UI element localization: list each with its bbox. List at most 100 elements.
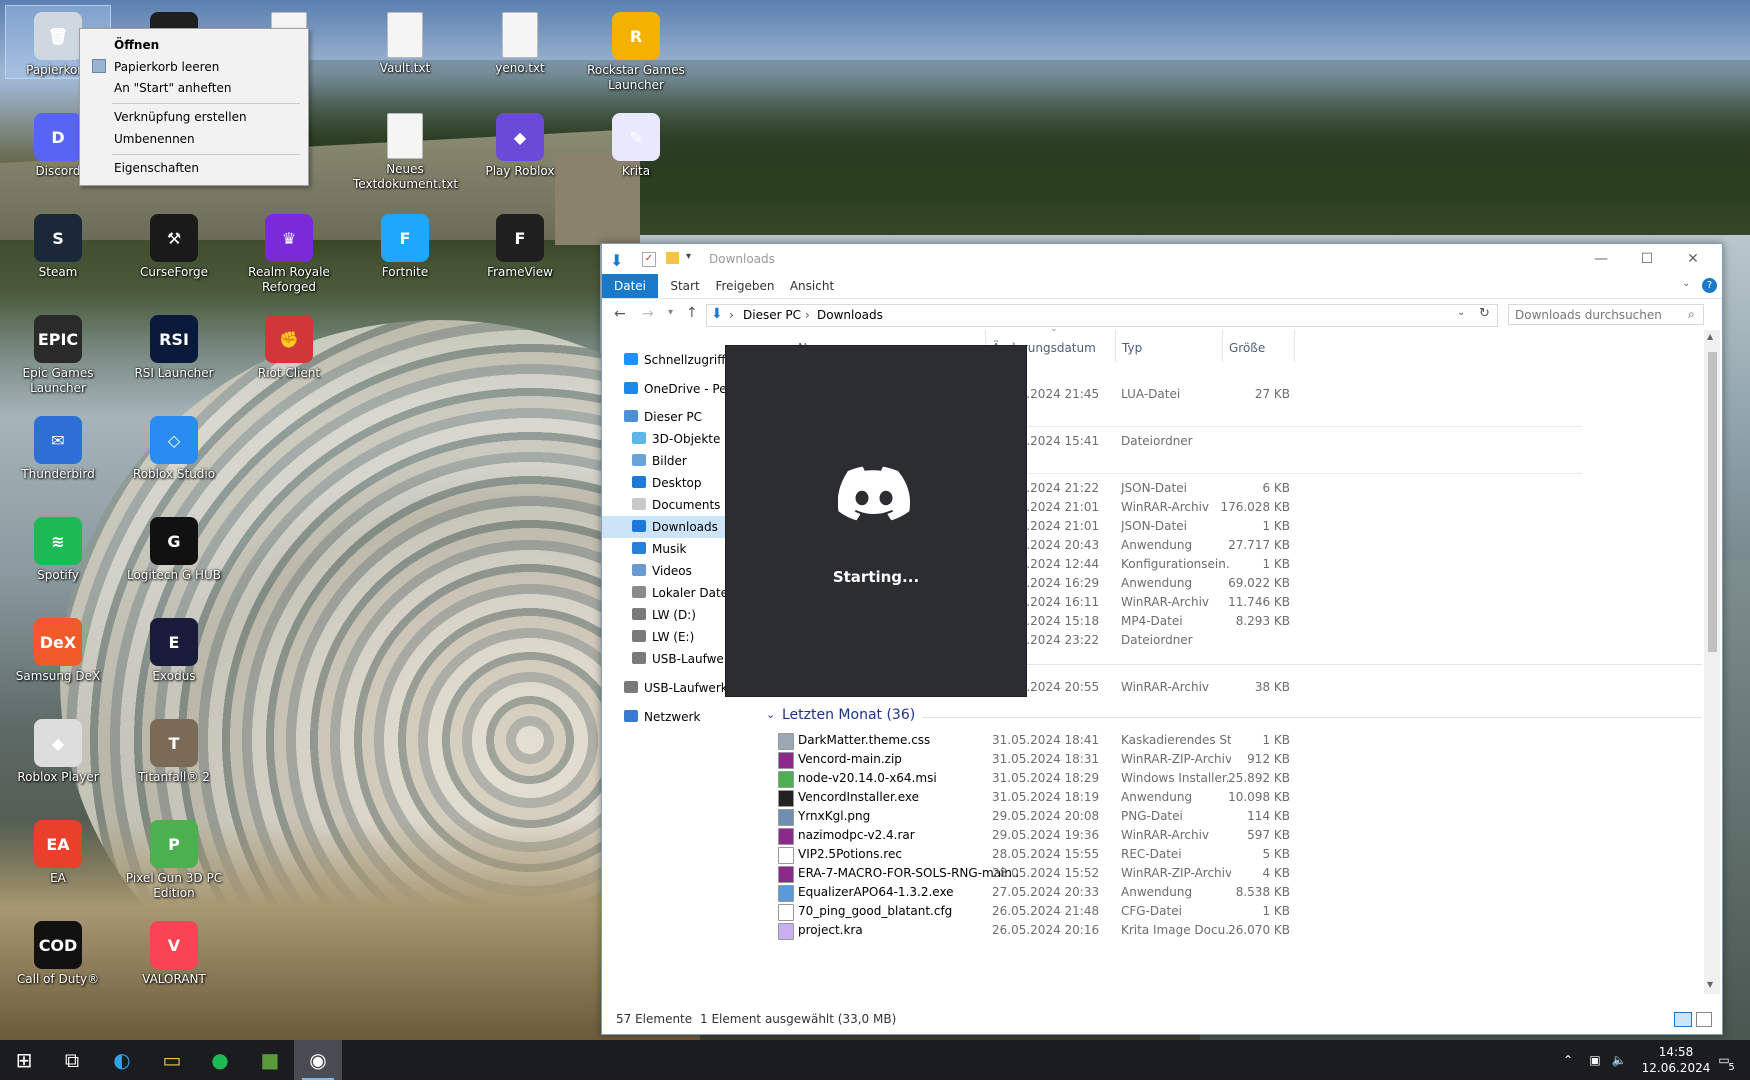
spotify-button[interactable]: ●	[196, 1040, 244, 1080]
title-bar[interactable]: ⬇ ✓ ▾ Downloads — ☐ ✕	[602, 244, 1722, 274]
scroll-down-icon[interactable]: ▼	[1707, 980, 1713, 989]
desktop-icon-label: Steam	[38, 265, 78, 279]
tab-view[interactable]: Ansicht	[782, 274, 842, 298]
quick-access-dropdown-icon[interactable]: ▾	[686, 251, 691, 262]
forward-arrow-icon[interactable]: →	[642, 306, 654, 322]
desktop-icon[interactable]: ⚒ CurseForge	[122, 208, 226, 280]
desktop-icon[interactable]: ◆ Roblox Player	[6, 713, 110, 785]
desktop-icon[interactable]: ≋ Spotify	[6, 511, 110, 583]
discord-button[interactable]: ◉	[294, 1040, 342, 1080]
nav-item-icon	[624, 382, 638, 394]
close-button[interactable]: ✕	[1670, 244, 1716, 274]
table-row[interactable]: nazimodpc-v2.4.rar 29.05.2024 19:36 WinRAR…	[762, 825, 1707, 846]
recent-locations-icon[interactable]: ▾	[668, 307, 673, 318]
table-row[interactable]: project.kra 26.05.2024 20:16 Krita Image D…	[762, 920, 1707, 941]
minimize-button[interactable]: —	[1578, 244, 1624, 274]
breadcrumb-this-pc[interactable]: Dieser PC	[743, 308, 801, 322]
desktop-icon[interactable]: ✊ Riot Client	[237, 309, 341, 381]
table-row[interactable]: EqualizerAPO64-1.3.2.exe 27.05.2024 20:33…	[762, 882, 1707, 903]
desktop-icon-label: Vault.txt	[379, 61, 431, 75]
search-input[interactable]: Downloads durchsuchen	[1508, 304, 1704, 325]
desktop-icon[interactable]: yeno.txt	[468, 6, 572, 76]
desktop-icon[interactable]: E Exodus	[122, 612, 226, 684]
menu-item-empty-bin[interactable]: Papierkorb leeren	[114, 57, 219, 77]
table-row[interactable]: node-v20.14.0-x64.msi 31.05.2024 18:29 Win…	[762, 768, 1707, 789]
desktop-icon[interactable]: EA EA	[6, 814, 110, 886]
app-icon: ✉	[34, 416, 82, 464]
notifications-icon[interactable]: ▭ 5	[1706, 1040, 1742, 1080]
menu-item-create-shortcut[interactable]: Verknüpfung erstellen	[114, 107, 247, 127]
menu-item-properties[interactable]: Eigenschaften	[114, 158, 199, 178]
desktop-icon[interactable]: T Titanfall® 2	[122, 713, 226, 785]
desktop-icon[interactable]: S Steam	[6, 208, 110, 280]
desktop-icon[interactable]: RSI RSI Launcher	[122, 309, 226, 381]
table-row[interactable]: 70_ping_good_blatant.cfg 26.05.2024 21:48…	[762, 901, 1707, 922]
expand-ribbon-icon[interactable]: ⌄	[1682, 278, 1690, 289]
desktop-icon[interactable]: ◆ Play Roblox	[468, 107, 572, 179]
menu-item-rename[interactable]: Umbenennen	[114, 129, 195, 149]
volume-icon[interactable]: 🔈	[1608, 1040, 1630, 1080]
desktop-icon[interactable]: ♛ Realm Royale Reforged	[237, 208, 341, 295]
desktop-icon[interactable]: DeX Samsung DeX	[6, 612, 110, 684]
back-arrow-icon[interactable]: ←	[614, 306, 626, 322]
desktop-icon[interactable]: COD Call of Duty®	[6, 915, 110, 987]
show-hidden-icons[interactable]: ⌃	[1558, 1040, 1578, 1080]
menu-item-pin-start[interactable]: An "Start" anheften	[114, 78, 231, 98]
details-view-icon[interactable]	[1674, 1012, 1692, 1027]
scrollbar-thumb[interactable]	[1708, 352, 1717, 652]
tab-share[interactable]: Freigeben	[712, 274, 778, 298]
desktop-icon[interactable]: F FrameView	[468, 208, 572, 280]
desktop-icon[interactable]: ✎ Krita	[584, 107, 688, 179]
table-row[interactable]: VencordInstaller.exe 31.05.2024 18:19 Anwe…	[762, 787, 1707, 808]
discord-logo-icon	[838, 466, 910, 521]
address-dropdown-icon[interactable]: ⌄	[1457, 307, 1465, 318]
desktop-icon[interactable]: G Logitech G HUB	[122, 511, 226, 583]
sort-chevron-icon: ⌄	[1050, 324, 1058, 334]
desktop-icon[interactable]: EPIC Epic Games Launcher	[6, 309, 110, 396]
edge-button[interactable]: ◐	[98, 1040, 146, 1080]
network-icon[interactable]: ▣	[1584, 1040, 1606, 1080]
desktop-icon[interactable]: Neues Textdokument.txt	[353, 107, 458, 192]
column-size[interactable]: Größe	[1229, 330, 1265, 366]
up-arrow-icon[interactable]: ↑	[686, 305, 698, 321]
table-row[interactable]: YrnxKgl.png 29.05.2024 20:08 PNG-Datei 114 …	[762, 806, 1707, 827]
table-row[interactable]: VIP2.5Potions.rec 28.05.2024 15:55 REC-Dat…	[762, 844, 1707, 865]
nav-item-label: Videos	[652, 564, 692, 578]
table-row[interactable]: DarkMatter.theme.css 31.05.2024 18:41 Kask…	[762, 730, 1707, 751]
tab-file[interactable]: Datei	[602, 274, 658, 298]
table-row[interactable]: Vencord-main.zip 31.05.2024 18:31 WinRAR-Z…	[762, 749, 1707, 770]
new-folder-icon[interactable]	[666, 252, 679, 264]
taskbar: ⊞ ⧉ ◐ ▭ ● ■ ◉ ⌃ ▣ 🔈 14:58 12.06.2024 ▭ 5	[0, 1040, 1750, 1080]
table-row[interactable]: ERA-7-MACRO-FOR-SOLS-RNG-main.zip 28.05.2…	[762, 863, 1707, 884]
desktop-icon[interactable]: Vault.txt	[353, 6, 457, 76]
properties-icon[interactable]: ✓	[642, 252, 656, 267]
clock[interactable]: 14:58 12.06.2024	[1636, 1040, 1716, 1084]
menu-item-open[interactable]: Öffnen	[114, 35, 159, 55]
file-explorer-button[interactable]: ▭	[148, 1040, 196, 1080]
desktop-icon[interactable]: R Rockstar Games Launcher	[584, 6, 688, 93]
desktop-icon-label: Play Roblox	[485, 164, 555, 178]
address-bar[interactable]: ⬇ › Dieser PC › Downloads ⌄ ↻	[706, 304, 1498, 327]
group-header[interactable]: ⌄ Letzten Monat (36)	[762, 705, 1707, 729]
refresh-icon[interactable]: ↻	[1479, 306, 1490, 321]
desktop-icon[interactable]: ◇ Roblox Studio	[122, 410, 226, 482]
desktop-icon[interactable]: ✉ Thunderbird	[6, 410, 110, 482]
file-date: 29.05.2024 20:08	[992, 809, 1100, 823]
tab-home[interactable]: Start	[662, 274, 708, 298]
vertical-scrollbar[interactable]: ▲ ▼	[1704, 330, 1720, 994]
breadcrumb-downloads[interactable]: Downloads	[817, 308, 883, 322]
maximize-button[interactable]: ☐	[1624, 244, 1670, 274]
start-button[interactable]: ⊞	[0, 1040, 48, 1080]
task-view-button[interactable]: ⧉	[48, 1040, 96, 1080]
help-icon[interactable]: ?	[1702, 278, 1717, 293]
column-type[interactable]: Typ	[1122, 330, 1142, 366]
file-date: 31.05.2024 18:41	[992, 733, 1100, 747]
large-icons-view-icon[interactable]	[1696, 1012, 1712, 1027]
desktop-icon[interactable]: V VALORANT	[122, 915, 226, 987]
menu-separator	[112, 103, 300, 104]
desktop-icon[interactable]: P Pixel Gun 3D PC Edition	[122, 814, 226, 901]
scroll-up-icon[interactable]: ▲	[1707, 332, 1713, 341]
nav-item[interactable]: Netzwerk	[602, 706, 757, 728]
minecraft-button[interactable]: ■	[246, 1040, 294, 1080]
desktop-icon[interactable]: F Fortnite	[353, 208, 457, 280]
